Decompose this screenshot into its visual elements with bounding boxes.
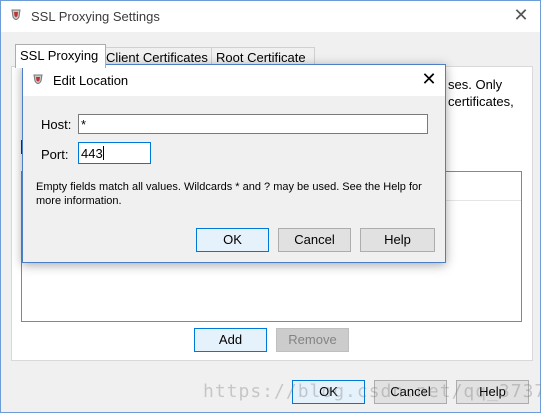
port-input[interactable]: 443 <box>78 142 151 164</box>
charles-app-icon <box>11 9 21 20</box>
window-title: SSL Proxying Settings <box>31 9 160 24</box>
tab-ssl-proxying[interactable]: SSL Proxying <box>15 44 106 68</box>
dialog-title: Edit Location <box>53 73 129 88</box>
ssl-proxying-description: ses. Only certificates, <box>448 77 514 109</box>
text-caret <box>102 146 104 160</box>
window-titlebar: SSL Proxying Settings ✕ <box>1 1 540 32</box>
window-close-icon[interactable]: ✕ <box>512 6 530 24</box>
remove-button[interactable]: Remove <box>276 328 349 352</box>
dialog-ok-button[interactable]: OK <box>196 228 269 252</box>
add-button[interactable]: Add <box>194 328 267 352</box>
charles-app-icon <box>33 74 43 84</box>
host-input[interactable]: * <box>78 114 428 134</box>
dialog-cancel-button[interactable]: Cancel <box>278 228 351 252</box>
dialog-titlebar: Edit Location ✕ <box>23 65 445 96</box>
watermark: https://blog.csdn.net/qq_37375072 <box>203 381 541 402</box>
dialog-help-text: Empty fields match all values. Wildcards… <box>36 181 422 207</box>
port-label: Port: <box>41 147 69 162</box>
host-label: Host: <box>41 117 72 132</box>
edit-location-dialog: Edit Location ✕ Host: * Port: 443 Empty … <box>22 64 446 263</box>
dialog-close-icon[interactable]: ✕ <box>419 69 439 89</box>
dialog-help-button[interactable]: Help <box>360 228 435 252</box>
